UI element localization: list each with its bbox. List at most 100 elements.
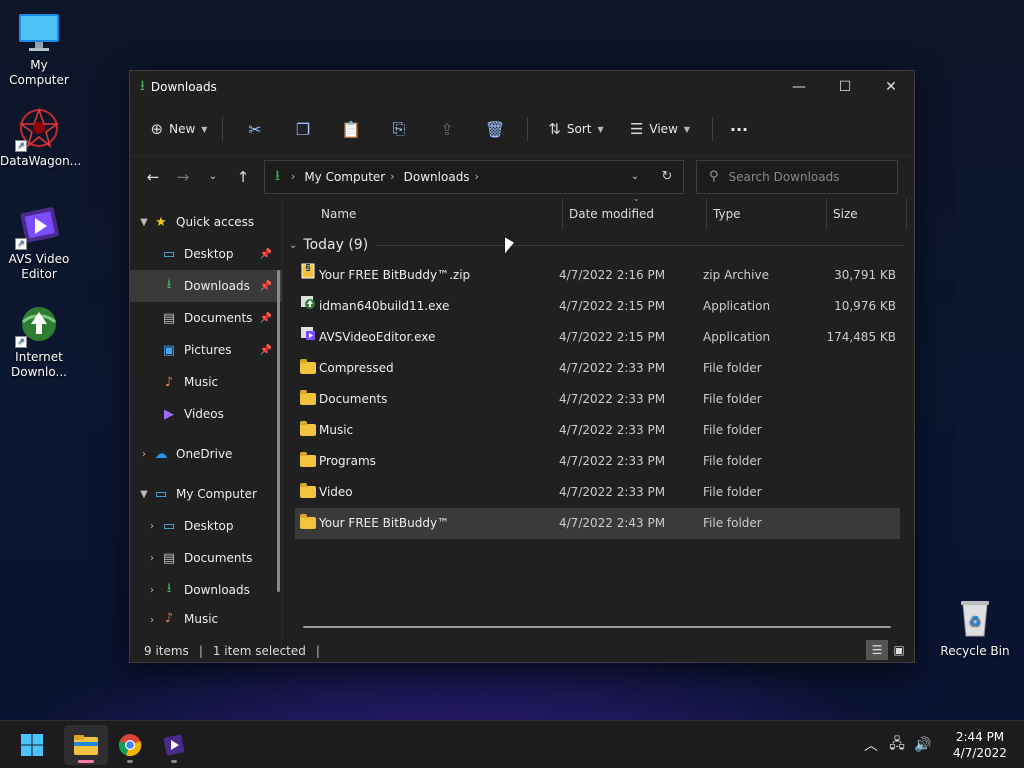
taskbar-chrome[interactable]: [108, 725, 152, 765]
file-type: Application: [703, 299, 771, 313]
file-row[interactable]: AVSVideoEditor.exe 4/7/2022 2:15 PM Appl…: [295, 322, 900, 353]
breadcrumb-downloads[interactable]: Downloads: [404, 170, 470, 184]
chevron-right-icon[interactable]: ›: [136, 449, 152, 460]
file-row[interactable]: idman640build11.exe 4/7/2022 2:15 PM App…: [295, 291, 900, 322]
sort-button[interactable]: ⇅ Sort ▼: [536, 113, 616, 145]
desktop-icon-recycle-bin[interactable]: ♻ Recycle Bin: [936, 596, 1014, 659]
minimize-button[interactable]: —: [776, 71, 822, 103]
volume-icon[interactable]: 🔊: [910, 737, 936, 753]
sidebar-item-label: Quick access: [176, 215, 255, 229]
sidebar-item-pc-documents[interactable]: › ▤ Documents: [130, 542, 282, 574]
sidebar-item-pc-desktop[interactable]: › ▭ Desktop: [130, 510, 282, 542]
sidebar-item-my-computer[interactable]: ▼ ▭ My Computer: [130, 478, 282, 510]
address-history-chevron-icon[interactable]: ⌄: [619, 171, 651, 182]
desktop-icon-my-computer[interactable]: My Computer: [0, 10, 78, 88]
file-date: 4/7/2022 2:33 PM: [559, 485, 666, 499]
sidebar-item-videos[interactable]: ▶ Videos: [130, 398, 282, 430]
sidebar-item-onedrive[interactable]: › ☁ OneDrive: [130, 438, 282, 470]
sidebar-item-pictures[interactable]: ▣ Pictures 📌: [130, 334, 282, 366]
file-row[interactable]: Music 4/7/2022 2:33 PM File folder: [295, 415, 900, 446]
more-options-button[interactable]: ···: [721, 113, 757, 145]
sidebar-item-label: OneDrive: [176, 447, 233, 461]
downloads-icon: ⭳: [166, 581, 172, 596]
sidebar-item-music[interactable]: ♪ Music: [130, 366, 282, 398]
shortcut-arrow-icon: ↗: [15, 238, 27, 250]
toolbar-divider: [712, 117, 713, 141]
desktop-icon-datawagon[interactable]: ↗ DataWagon...: [0, 106, 81, 169]
chevron-right-icon[interactable]: ›: [144, 553, 160, 564]
back-button[interactable]: ←: [138, 162, 168, 192]
sidebar-item-quick-access[interactable]: ▼ ★ Quick access: [130, 206, 282, 238]
network-icon[interactable]: 🖧: [884, 733, 910, 757]
large-icons-view-icon[interactable]: ▣: [888, 640, 910, 660]
desktop-icon-internet-download-manager[interactable]: ↗ Internet Downlo...: [0, 302, 78, 380]
desktop-icon-avs-video-editor[interactable]: ↗ AVS Video Editor: [0, 204, 78, 282]
address-bar[interactable]: ⭳ › My Computer › Downloads › ⌄ ↻: [264, 159, 684, 194]
taskbar-avs-video-editor[interactable]: [152, 725, 196, 765]
column-header-name[interactable]: Name: [305, 198, 563, 230]
new-button[interactable]: ⊕ New ▼: [144, 113, 214, 145]
rename-button[interactable]: ⎘: [375, 113, 423, 145]
file-explorer-window: ⭳ Downloads — ☐ ✕ ⊕ New ▼ ✂ ❐ 📋 ⎘ ⇪ 🗑 ⇅ …: [129, 70, 915, 663]
chevron-down-icon: ⌄: [289, 239, 298, 251]
folder-icon: [299, 508, 317, 539]
clock[interactable]: 2:44 PM 4/7/2022: [936, 729, 1024, 761]
column-header-size[interactable]: Size: [827, 198, 907, 230]
recent-locations-button[interactable]: ⌄: [198, 162, 228, 192]
chevron-right-icon[interactable]: ›: [144, 585, 160, 596]
desktop-icon-label: AVS Video Editor: [8, 252, 70, 281]
details-view-icon[interactable]: ☰: [866, 640, 888, 660]
delete-button[interactable]: 🗑: [471, 113, 519, 145]
breadcrumb-chevron-icon: ›: [474, 170, 479, 183]
file-row-selected[interactable]: Your FREE BitBuddy™ 4/7/2022 2:43 PM Fil…: [295, 508, 900, 539]
file-list: Name Date modified Type Size ⌄ ⌄ Today (…: [282, 194, 914, 640]
view-button[interactable]: ☰ View ▼: [616, 113, 704, 145]
title-bar[interactable]: ⭳ Downloads — ☐ ✕: [130, 71, 914, 103]
share-button[interactable]: ⇪: [423, 113, 471, 145]
sidebar-item-downloads[interactable]: ⭳ Downloads 📌: [130, 270, 282, 302]
chevron-down-icon[interactable]: ▼: [136, 489, 152, 500]
refresh-button[interactable]: ↻: [651, 169, 683, 184]
music-icon: ♪: [164, 374, 174, 390]
file-row[interactable]: Compressed 4/7/2022 2:33 PM File folder: [295, 353, 900, 384]
sidebar-item-pc-music[interactable]: › ♪ Music: [130, 606, 282, 626]
chevron-right-icon[interactable]: ›: [144, 521, 160, 532]
start-button[interactable]: [10, 725, 54, 765]
horizontal-scrollbar[interactable]: [303, 626, 891, 628]
sidebar-item-documents[interactable]: ▤ Documents 📌: [130, 302, 282, 334]
cut-button[interactable]: ✂: [231, 113, 279, 145]
folder-icon: [299, 446, 317, 477]
breadcrumb-my-computer[interactable]: My Computer: [304, 170, 385, 184]
sidebar-scrollbar[interactable]: [277, 270, 280, 592]
show-hidden-icons-chevron-icon[interactable]: ︿: [858, 735, 884, 755]
paste-button[interactable]: 📋: [327, 113, 375, 145]
start-icon: [21, 733, 43, 756]
sidebar-item-label: Desktop: [184, 247, 234, 261]
file-row[interactable]: Z Your FREE BitBuddy™.zip 4/7/2022 2:16 …: [295, 260, 900, 291]
chevron-down-icon[interactable]: ▼: [136, 217, 152, 228]
column-size-label: Size: [833, 207, 858, 221]
copy-button[interactable]: ❐: [279, 113, 327, 145]
sidebar-item-desktop[interactable]: ▭ Desktop 📌: [130, 238, 282, 270]
pin-icon: 📌: [259, 248, 272, 260]
taskbar-file-explorer[interactable]: [64, 724, 108, 765]
file-row[interactable]: Programs 4/7/2022 2:33 PM File folder: [295, 446, 900, 477]
sidebar-item-label: My Computer: [176, 487, 257, 501]
group-header-today[interactable]: ⌄ Today (9): [283, 230, 914, 260]
folder-icon: [299, 353, 317, 384]
file-row[interactable]: Documents 4/7/2022 2:33 PM File folder: [295, 384, 900, 415]
sidebar-item-pc-downloads[interactable]: › ⭳ Downloads: [130, 574, 282, 606]
sidebar-item-label: Music: [184, 612, 219, 626]
desktop-icon: ▭: [162, 518, 176, 534]
column-header-type[interactable]: Type: [707, 198, 827, 230]
forward-button[interactable]: →: [168, 162, 198, 192]
up-button[interactable]: ↑: [228, 162, 258, 192]
chevron-right-icon[interactable]: ›: [144, 615, 160, 626]
close-button[interactable]: ✕: [868, 71, 914, 103]
star-icon: ★: [155, 214, 167, 230]
chevron-down-icon: ▼: [201, 124, 208, 134]
maximize-button[interactable]: ☐: [822, 71, 868, 103]
search-input[interactable]: ⚲ Search Downloads: [696, 159, 898, 194]
avs-video-editor-icon: ↗: [15, 204, 61, 250]
file-row[interactable]: Video 4/7/2022 2:33 PM File folder: [295, 477, 900, 508]
